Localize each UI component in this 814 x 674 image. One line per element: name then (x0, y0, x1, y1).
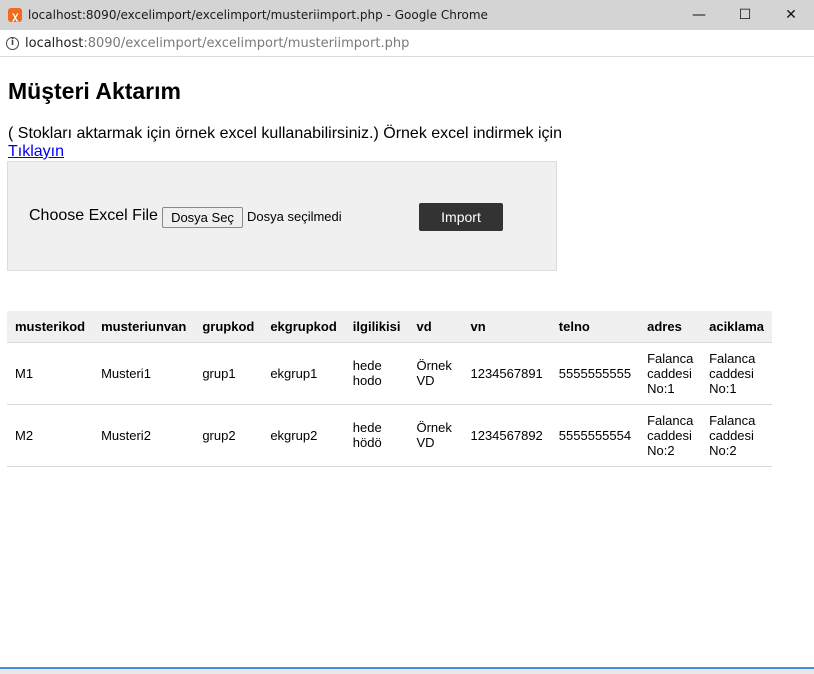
cell-grupkod: grup2 (194, 404, 263, 467)
import-button[interactable]: Import (419, 203, 503, 231)
cell-vd: Örnek VD (408, 342, 463, 405)
upload-label: Choose Excel File (29, 207, 158, 224)
info-icon[interactable]: i (6, 36, 19, 50)
upload-form: Choose Excel File Dosya Seç Dosya seçilm… (7, 161, 557, 271)
cell-ilgilikisi-text: hede hödö (352, 420, 382, 450)
table-header-row: musterikod musteriunvan grupkod ekgrupko… (7, 311, 773, 343)
window-controls: — ☐ ✕ (676, 0, 814, 30)
cell-adres-text: Falanca caddesi No:1 (647, 350, 694, 396)
header-aciklama: aciklama (701, 311, 773, 343)
header-musterikod: musterikod (7, 311, 94, 343)
table-row: M2 Musteri2 grup2 ekgrup2 hede hödö Örne… (7, 404, 773, 467)
cell-musteriunvan: Musteri2 (93, 404, 195, 467)
cell-vd-text: Örnek VD (416, 420, 452, 450)
window-title: localhost:8090/excelimport/excelimport/m… (28, 8, 488, 22)
close-button[interactable]: ✕ (768, 0, 814, 30)
cell-musteriunvan: Musteri1 (93, 342, 195, 405)
cell-adres: Falanca caddesi No:2 (639, 404, 702, 467)
window-bottom-strip (0, 669, 814, 674)
cell-aciklama-text: Falanca caddesi No:1 (709, 350, 756, 396)
page-title: Müşteri Aktarım (8, 78, 181, 104)
cell-ilgilikisi: hede hodo (344, 342, 409, 405)
cell-vd: Örnek VD (408, 404, 463, 467)
address-bar[interactable]: i localhost:8090/excelimport/excelimport… (0, 30, 814, 57)
cell-vn: 1234567892 (462, 404, 551, 467)
header-telno: telno (550, 311, 640, 343)
header-grupkod: grupkod (194, 311, 263, 343)
page-content: Müşteri Aktarım ( Stokları aktarmak için… (0, 57, 814, 667)
header-musteriunvan: musteriunvan (93, 311, 195, 343)
cell-vn: 1234567891 (462, 342, 551, 405)
window-titlebar: ꭓ localhost:8090/excelimport/excelimport… (0, 0, 814, 30)
cell-musterikod: M1 (7, 342, 94, 405)
minimize-button[interactable]: — (676, 0, 722, 30)
choose-file-button[interactable]: Dosya Seç (162, 207, 243, 228)
cell-aciklama: Falanca caddesi No:2 (701, 404, 773, 467)
cell-adres-text: Falanca caddesi No:2 (647, 412, 694, 458)
cell-aciklama: Falanca caddesi No:1 (701, 342, 773, 405)
cell-ilgilikisi-text: hede hodo (352, 358, 382, 388)
header-vn: vn (462, 311, 551, 343)
cell-adres: Falanca caddesi No:1 (639, 342, 702, 405)
cell-vd-text: Örnek VD (416, 358, 452, 388)
cell-ekgrupkod: ekgrup2 (262, 404, 345, 467)
intro-text-body: ( Stokları aktarmak için örnek excel kul… (8, 125, 562, 142)
cell-grupkod: grup1 (194, 342, 263, 405)
header-ilgilikisi: ilgilikisi (344, 311, 409, 343)
cell-telno: 5555555554 (550, 404, 640, 467)
maximize-button[interactable]: ☐ (722, 0, 768, 30)
intro-text: ( Stokları aktarmak için örnek excel kul… (8, 125, 568, 161)
cell-ekgrupkod: ekgrup1 (262, 342, 345, 405)
cell-musterikod: M2 (7, 404, 94, 467)
xampp-icon: ꭓ (8, 8, 22, 22)
header-adres: adres (639, 311, 702, 343)
cell-aciklama-text: Falanca caddesi No:2 (709, 412, 756, 458)
url-path: :8090/excelimport/excelimport/musteriimp… (83, 35, 410, 51)
cell-ilgilikisi: hede hödö (344, 404, 409, 467)
url-text[interactable]: localhost:8090/excelimport/excelimport/m… (25, 36, 409, 51)
file-status: Dosya seçilmedi (247, 209, 342, 224)
cell-telno: 5555555555 (550, 342, 640, 405)
header-ekgrupkod: ekgrupkod (262, 311, 345, 343)
header-vd: vd (408, 311, 463, 343)
table-row: M1 Musteri1 grup1 ekgrup1 hede hodo Örne… (7, 342, 773, 405)
customer-table: musterikod musteriunvan grupkod ekgrupko… (7, 311, 773, 467)
url-host: localhost (25, 35, 84, 51)
download-example-link[interactable]: Tıklayın (8, 143, 64, 160)
